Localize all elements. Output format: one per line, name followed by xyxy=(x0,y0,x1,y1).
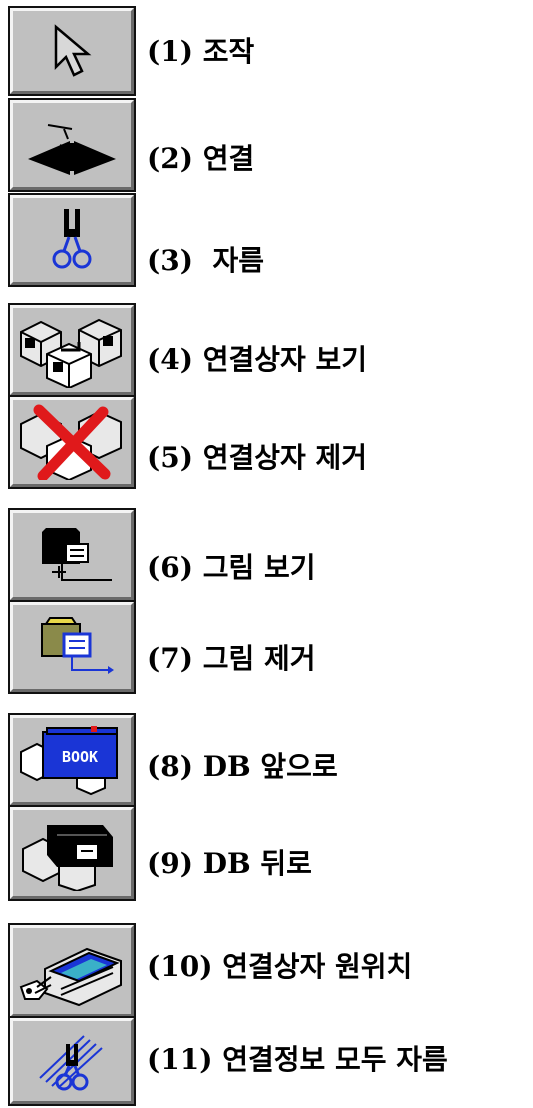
reset-link-box-icon xyxy=(17,933,127,1009)
toolbar-row-9: (9) DB 뒤로 xyxy=(0,805,533,902)
remove-link-box-label: (5) 연결상자 제거 xyxy=(147,441,368,474)
cut-tool-label: (3) 자름 xyxy=(147,244,264,277)
toolbar-row-8: BOOK (8) DB 앞으로 xyxy=(0,713,533,807)
db-forward-icon: BOOK xyxy=(17,722,127,798)
reset-link-box-label: (10) 연결상자 원위치 xyxy=(147,950,413,983)
show-picture-button[interactable] xyxy=(8,508,136,602)
cut-tool-button[interactable] xyxy=(8,193,136,287)
remove-picture-button[interactable] xyxy=(8,600,136,694)
select-tool-label: (1) 조작 xyxy=(147,35,255,68)
connect-tool-label: (2) 연결 xyxy=(147,142,255,175)
show-picture-icon xyxy=(22,520,122,590)
show-picture-label: (6) 그림 보기 xyxy=(147,551,316,584)
db-forward-label: (8) DB 앞으로 xyxy=(147,750,338,783)
toolbar-row-10: (10) 연결상자 원위치 xyxy=(0,923,533,1020)
remove-picture-icon xyxy=(22,612,122,682)
toolbar-row-5: (5) 연결상자 제거 xyxy=(0,395,533,489)
toolbar-row-2: (2) 연결 xyxy=(0,98,533,195)
show-link-box-button[interactable] xyxy=(8,303,136,397)
cut-all-links-label: (11) 연결정보 모두 자름 xyxy=(147,1043,448,1076)
db-backward-label: (9) DB 뒤로 xyxy=(147,847,312,880)
show-link-box-icon xyxy=(17,312,127,388)
book-badge-text: BOOK xyxy=(62,748,98,766)
remove-picture-label: (7) 그림 제거 xyxy=(147,642,316,675)
toolbar-row-6: (6) 그림 보기 xyxy=(0,508,533,602)
toolbar-row-7: (7) 그림 제거 xyxy=(0,600,533,694)
toolbar-row-1: (1) 조작 xyxy=(0,0,533,100)
connect-tool-button[interactable] xyxy=(8,98,136,192)
db-backward-button[interactable] xyxy=(8,805,136,901)
remove-link-box-button[interactable] xyxy=(8,395,136,489)
db-forward-button[interactable]: BOOK xyxy=(8,713,136,807)
pointer-arrow-icon xyxy=(42,21,102,81)
cut-all-links-icon xyxy=(22,1026,122,1096)
db-backward-icon xyxy=(17,815,127,891)
cut-all-links-button[interactable] xyxy=(8,1016,136,1106)
remove-link-box-icon xyxy=(17,404,127,480)
scissors-icon xyxy=(42,205,102,275)
link-connect-icon xyxy=(24,115,120,175)
toolbar-row-11: (11) 연결정보 모두 자름 xyxy=(0,1016,533,1108)
toolbar-row-3: (3) 자름 xyxy=(0,193,533,290)
select-tool-button[interactable] xyxy=(8,6,136,96)
toolbar-row-4: (4) 연결상자 보기 xyxy=(0,303,533,397)
reset-link-box-button[interactable] xyxy=(8,923,136,1019)
show-link-box-label: (4) 연결상자 보기 xyxy=(147,343,368,376)
